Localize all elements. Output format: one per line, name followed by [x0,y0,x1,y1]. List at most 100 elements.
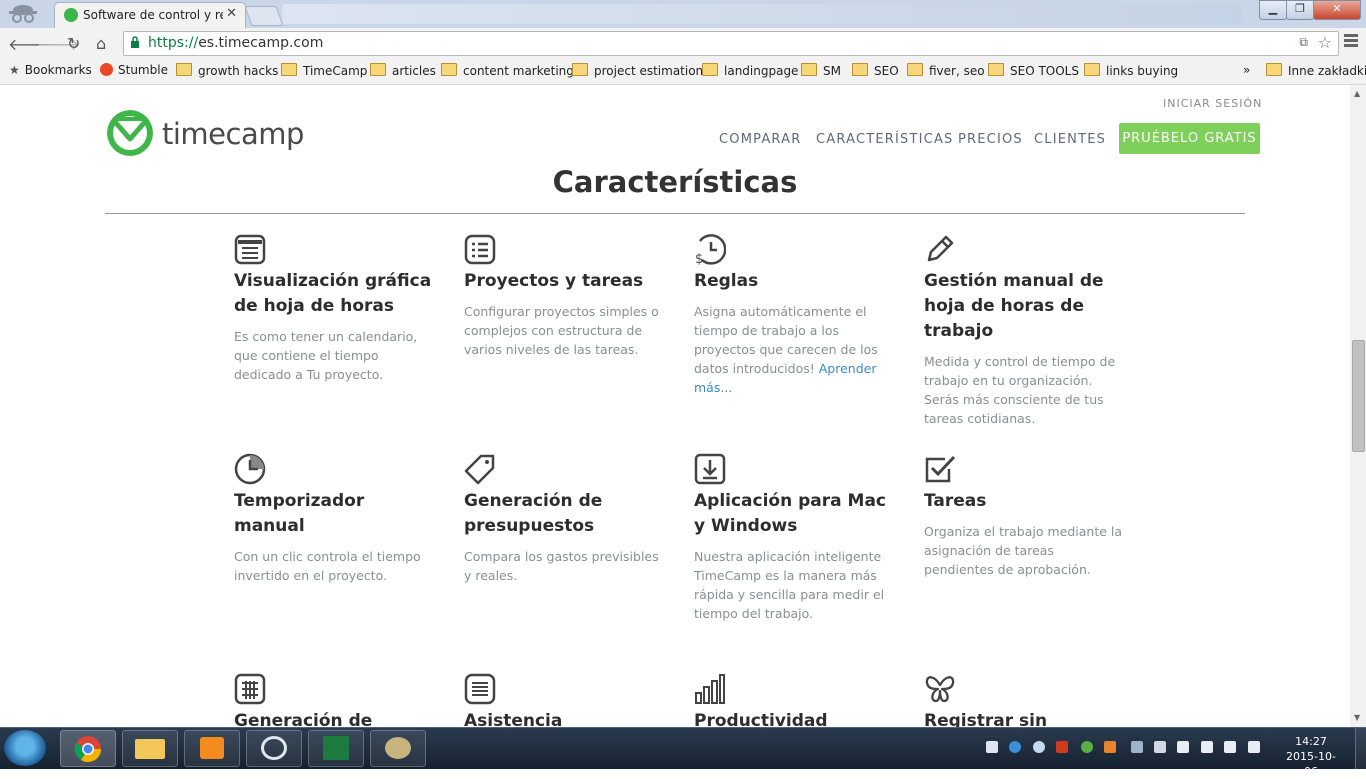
feature-card: $ Reglas Asigna automáticamente el tiemp… [694,233,894,397]
feature-title: Aplicación para Mac y Windows [694,491,887,536]
feature-title: Tareas [924,491,987,511]
feature-description: Organiza el trabajo mediante la asignaci… [924,524,1123,577]
taskbar-chrome[interactable] [60,730,116,767]
folder-icon [441,63,457,76]
pen-icon [927,235,954,262]
tray-app-icon[interactable] [1081,741,1093,753]
tray-app-icon[interactable] [1056,741,1068,753]
folder-icon [702,63,718,76]
start-button[interactable] [4,730,46,766]
feature-title: Productividad [694,711,828,727]
feature-description: Asigna automáticamente el tiempo de trab… [694,304,878,395]
feature-title: Visualización gráfica de hoja de horas [234,271,432,316]
bookmark-folder-landingpage[interactable]: landingpage [702,63,798,78]
folder-icon [801,63,817,76]
download-icon [694,453,726,485]
login-link[interactable]: INICIAR SESIÓN [1163,97,1262,110]
bookmark-folder-links-buying[interactable]: links buying [1084,63,1178,78]
chat-tray-icon[interactable] [1033,741,1045,753]
bookmark-folder-seo[interactable]: SEO [852,63,899,78]
bookmarks-overflow-chevron[interactable]: » [1243,63,1250,77]
taskbar-paint[interactable] [370,730,426,767]
feature-title: Reglas [694,271,759,291]
address-bar[interactable]: https://es.timecamp.com ⧉ ☆ [123,31,1339,56]
price-tag-icon [464,454,495,485]
feature-title: Generación de [234,711,373,727]
tab-close-icon[interactable]: ✕ [226,6,237,21]
translate-icon[interactable]: ⧉ [1299,35,1308,50]
minimize-button[interactable]: ▁ [1259,0,1287,20]
chrome-menu-icon[interactable] [1344,34,1358,49]
feature-title: Generación de presupuestos [464,491,603,536]
list-icon [464,234,496,265]
url-text: https://es.timecamp.com [148,35,324,51]
bookmark-folder-other[interactable]: Inne zakładki [1266,63,1366,78]
try-free-button[interactable]: PRUÉBELO GRATIS [1119,123,1260,154]
stumbleupon-icon [100,63,113,76]
lock-icon [131,36,139,48]
tray-app-icon[interactable] [1009,741,1021,753]
scrollbar-thumb[interactable] [1352,340,1365,452]
folder-icon [135,739,165,759]
bookmark-folder-project-estimation[interactable]: project estimation [572,63,703,78]
taskbar-media-player[interactable] [184,730,240,767]
feature-description: Nuestra aplicación inteligente TimeCamp … [694,549,885,621]
battery-icon[interactable] [1201,741,1213,753]
show-desktop-button[interactable] [1355,728,1366,769]
volume-icon[interactable] [1248,741,1260,753]
bookmark-folder-content-marketing[interactable]: content marketing [441,63,574,78]
scroll-down-arrow-icon[interactable]: ▼ [1354,713,1360,722]
system-clock[interactable]: 14:27 2015-10-06 [1281,734,1341,779]
folder-icon [176,63,192,76]
bookmark-folder-timecamp[interactable]: TimeCamp [281,63,367,78]
bluetooth-icon[interactable] [1154,741,1166,753]
nav-compare[interactable]: COMPARAR [719,132,801,147]
feature-card: Proyectos y tareas Configurar proyectos … [464,233,664,359]
bookmark-star-icon[interactable]: ☆ [1318,33,1332,52]
folder-icon [988,63,1004,76]
chat-icon [261,736,287,760]
folder-icon [572,63,588,76]
feature-card: Temporizador manual Con un clic controla… [234,453,434,585]
browser-tab-active[interactable]: Software de control y reg ✕ [54,2,246,30]
bookmarks-apps[interactable]: ★ Bookmarks [9,63,92,77]
timecamp-favicon-icon [64,8,78,22]
bookmark-stumble[interactable]: Stumble [100,63,168,77]
network-tray-icon[interactable] [1131,741,1143,753]
web-page: timecamp INICIAR SESIÓN COMPARAR CARACTE… [0,85,1350,727]
action-center-flag-icon[interactable] [1177,741,1189,753]
speaker-icon[interactable] [1104,741,1116,753]
home-icon[interactable]: ⌂ [96,34,106,53]
timecamp-logo-icon [107,110,153,156]
bookmark-folder-growth-hacks[interactable]: growth hacks [176,63,278,78]
nav-features[interactable]: CARACTERÍSTICAS [816,132,954,147]
taskbar-explorer[interactable] [122,730,178,767]
paint-icon [385,737,411,759]
taskbar-chat-app[interactable] [246,730,302,767]
bookmark-folder-fiver-seo[interactable]: fiver, seo [907,63,985,78]
folder-icon [1266,63,1282,76]
divider [105,213,1245,214]
star-icon: ★ [9,63,20,77]
bookmark-folder-articles[interactable]: articles [370,63,436,78]
reload-icon[interactable]: ↻ [67,34,80,53]
windows-flag-tray-icon[interactable] [986,741,998,753]
feature-card: Visualización gráfica de hoja de horas E… [234,233,434,384]
feature-card: Gestión manual de hoja de horas de traba… [924,233,1124,428]
signal-icon[interactable] [1224,741,1236,753]
bookmark-folder-seo-tools[interactable]: SEO TOOLS [988,63,1079,78]
new-tab-button[interactable] [244,6,284,26]
feature-description: Compara los gastos previsibles y reales. [464,549,659,583]
nav-pricing[interactable]: PRECIOS [958,132,1023,147]
page-scrollbar[interactable]: ▲ ▼ [1350,85,1366,727]
maximize-button[interactable]: ❐ [1286,0,1314,20]
excel-icon [323,736,349,760]
bookmark-folder-sm[interactable]: SM [801,63,841,78]
background-tabs[interactable] [282,4,1242,24]
taskbar-excel[interactable] [308,730,364,767]
feature-card: Asistencia [464,673,664,727]
window-close-button[interactable]: ✕ [1313,0,1361,20]
clock-icon [234,453,266,485]
nav-clients[interactable]: CLIENTES [1034,132,1106,147]
scroll-up-arrow-icon[interactable]: ▲ [1354,89,1360,98]
